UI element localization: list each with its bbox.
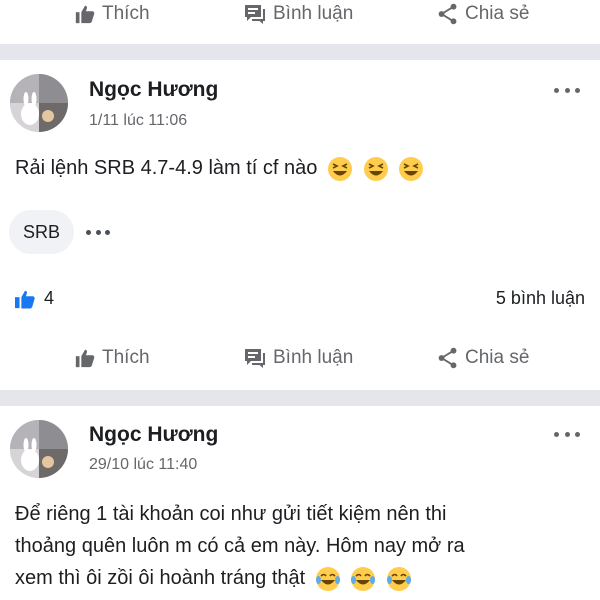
likes-summary[interactable]: 4 xyxy=(14,288,54,309)
post-text-line: Để riêng 1 tài khoản coi như gửi tiết ki… xyxy=(15,503,447,525)
share-label: Chia sẻ xyxy=(465,3,530,24)
like-label: Thích xyxy=(102,347,150,368)
avatar[interactable] xyxy=(10,420,68,478)
tears-of-joy-emoji-icon xyxy=(386,566,411,591)
tears-of-joy-emoji-icon xyxy=(315,566,340,591)
like-reaction-icon xyxy=(15,290,35,309)
share-button[interactable]: Chia sẻ xyxy=(437,336,529,380)
more-options-icon[interactable] xyxy=(554,80,580,100)
tag-more-icon[interactable] xyxy=(86,227,110,237)
comment-button[interactable]: Bình luận xyxy=(243,0,353,36)
share-button[interactable]: Chia sẻ xyxy=(437,0,529,36)
tears-of-joy-emoji-icon xyxy=(351,566,376,591)
likes-count: 4 xyxy=(44,288,55,308)
thumbs-up-icon xyxy=(75,349,95,368)
laughing-emoji-icon xyxy=(363,156,388,181)
comment-icon xyxy=(245,349,265,368)
avatar[interactable] xyxy=(10,74,68,132)
thumbs-up-icon xyxy=(75,5,95,24)
share-label: Chia sẻ xyxy=(465,347,530,368)
comment-label: Bình luận xyxy=(273,3,354,24)
post-text-line: xem thì ôi zồi ôi hoành tráng thật xyxy=(15,567,306,589)
post-timestamp[interactable]: 29/10 lúc 11:40 xyxy=(89,456,197,474)
like-label: Thích xyxy=(102,3,150,24)
post-text-content: Rải lệnh SRB 4.7-4.9 làm tí cf nào xyxy=(15,157,318,179)
avatar-image xyxy=(10,420,68,478)
post-separator xyxy=(0,390,600,406)
more-options-icon[interactable] xyxy=(554,424,580,444)
laughing-emoji-icon xyxy=(327,156,352,181)
stock-tag-chip[interactable]: SRB xyxy=(9,210,75,254)
comment-label: Bình luận xyxy=(273,347,354,368)
comment-button[interactable]: Bình luận xyxy=(243,336,353,380)
laughing-emoji-icon xyxy=(399,156,424,181)
like-button[interactable]: Thích xyxy=(74,0,150,36)
post-card: Ngọc Hương 29/10 lúc 11:40 Để riêng 1 tà… xyxy=(0,406,600,600)
post-card: Ngọc Hương 1/11 lúc 11:06 Rải lệnh SRB 4… xyxy=(0,60,600,390)
like-button[interactable]: Thích xyxy=(74,336,150,380)
author-name[interactable]: Ngọc Hương xyxy=(89,78,218,102)
comments-count[interactable]: 5 bình luận xyxy=(496,288,585,309)
share-icon xyxy=(438,347,457,369)
post-separator xyxy=(0,44,600,60)
post-text: Rải lệnh SRB 4.7-4.9 làm tí cf nào xyxy=(15,152,585,184)
post-text: Để riêng 1 tài khoản coi như gửi tiết ki… xyxy=(15,498,585,594)
avatar-image xyxy=(10,74,68,132)
action-bar-top: Thích Bình luận Chia sẻ xyxy=(0,0,600,36)
author-name[interactable]: Ngọc Hương xyxy=(89,423,218,447)
share-icon xyxy=(438,3,457,25)
post-text-line: thoảng quên luôn m có cả em này. Hôm nay… xyxy=(15,535,465,557)
post-timestamp[interactable]: 1/11 lúc 11:06 xyxy=(89,112,187,130)
comment-icon xyxy=(245,5,265,24)
